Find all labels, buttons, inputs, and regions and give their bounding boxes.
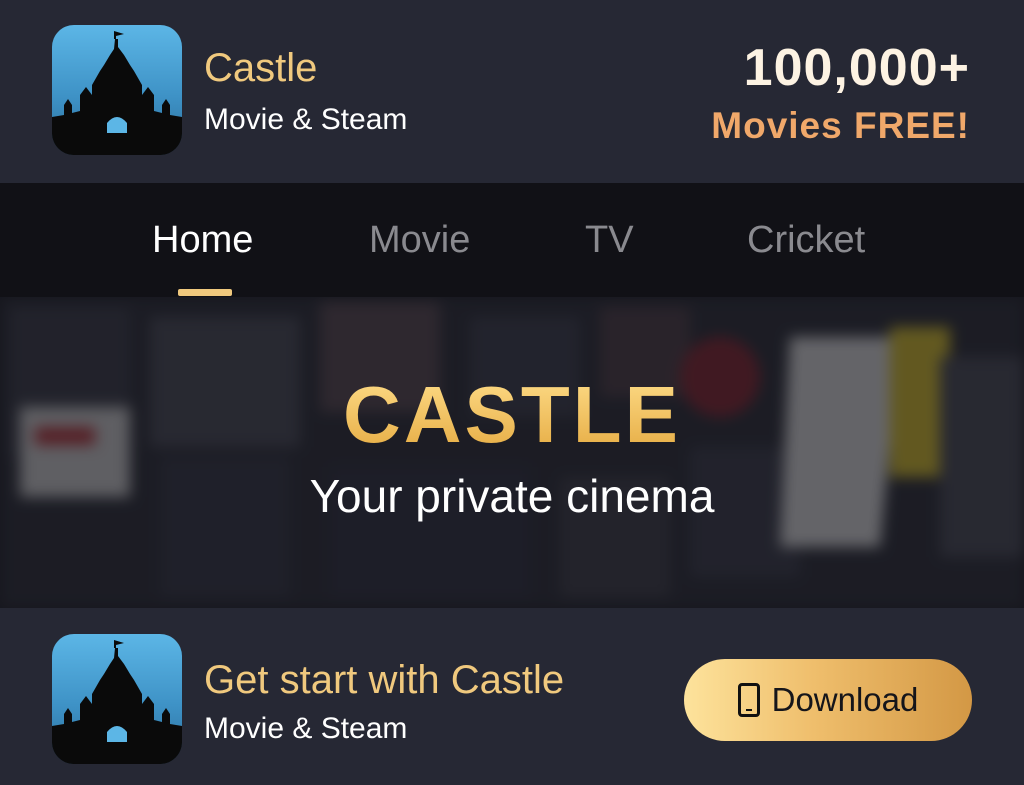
tab-cricket[interactable]: Cricket bbox=[747, 219, 865, 262]
footer-subtitle: Movie & Steam bbox=[204, 712, 408, 745]
app-header: Castle Movie & Steam 100,000+ Movies FRE… bbox=[0, 0, 1024, 183]
hero-banner: CASTLE Your private cinema bbox=[0, 297, 1024, 608]
hero-tagline: Your private cinema bbox=[309, 470, 715, 522]
promo-count: 100,000+ bbox=[743, 39, 970, 97]
brand-subtitle: Movie & Steam bbox=[204, 103, 408, 136]
tab-tv[interactable]: TV bbox=[585, 219, 634, 262]
download-button-label: Download bbox=[771, 681, 919, 718]
hero-title: CASTLE bbox=[0, 369, 1024, 461]
tab-home[interactable]: Home bbox=[152, 219, 253, 262]
nav-tabs: Home Movie TV Cricket bbox=[0, 183, 1024, 297]
tab-movie[interactable]: Movie bbox=[369, 219, 470, 262]
castle-app-icon bbox=[52, 634, 182, 764]
promo-text: Movies FREE! bbox=[711, 105, 970, 146]
castle-app-icon bbox=[52, 25, 182, 155]
phone-icon bbox=[737, 683, 760, 717]
active-tab-indicator bbox=[178, 289, 232, 296]
brand-title: Castle bbox=[204, 46, 318, 90]
download-bar: Get start with Castle Movie & Steam Down… bbox=[0, 608, 1024, 785]
download-button[interactable]: Download bbox=[684, 659, 972, 741]
footer-title: Get start with Castle bbox=[204, 658, 565, 702]
